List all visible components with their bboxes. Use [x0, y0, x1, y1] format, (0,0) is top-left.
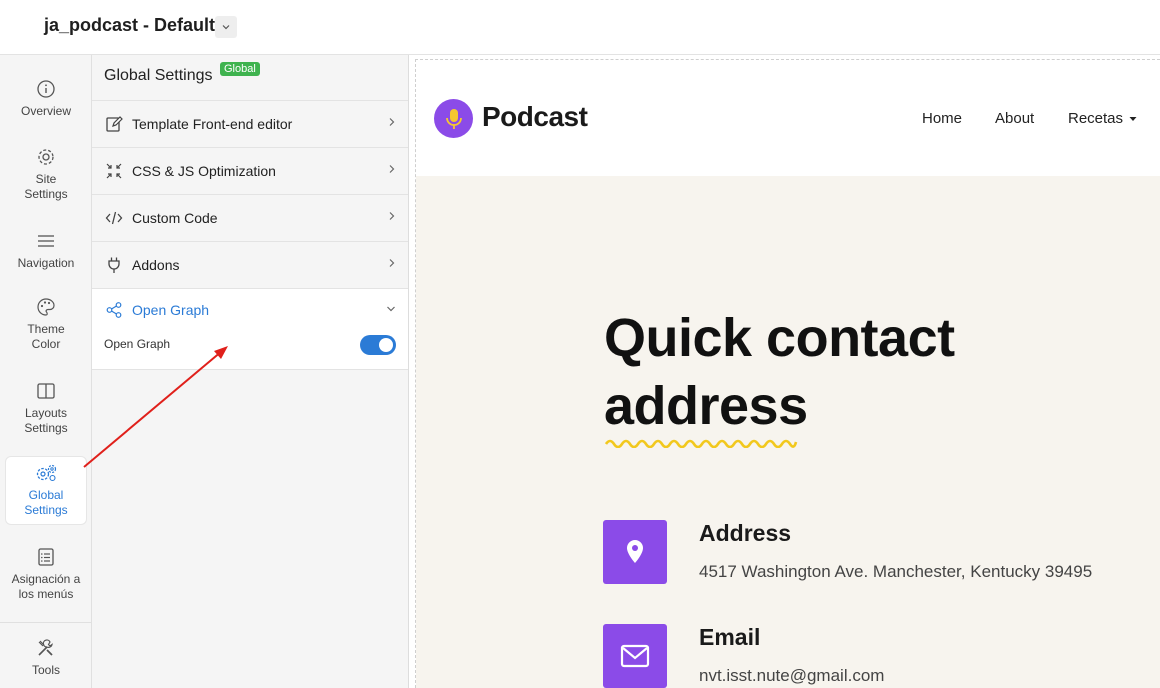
email-icon-box	[603, 624, 667, 688]
gear-icon	[38, 149, 54, 165]
hero-line-2: address	[604, 376, 808, 436]
gears-icon	[36, 464, 57, 482]
site-preview: Podcast Home About Recetas Quick contact…	[409, 55, 1160, 688]
rail-item-navigation[interactable]: Navigation	[0, 231, 92, 271]
rail-item-label: Global Settings	[24, 488, 68, 517]
rail-item-label: Site Settings	[24, 172, 68, 201]
rail-item-global-settings[interactable]: Global Settings	[5, 456, 87, 525]
menu-icon	[38, 235, 54, 247]
menu-item-label: Custom Code	[132, 210, 218, 226]
global-badge: Global	[220, 62, 260, 76]
rail-item-label: Layouts Settings	[24, 406, 68, 435]
tools-icon	[38, 639, 53, 656]
menu-item-css-js-optimization[interactable]: CSS & JS Optimization	[92, 147, 408, 194]
rail-divider	[0, 622, 92, 623]
panel-title: Global Settings	[104, 67, 213, 84]
share-icon	[106, 302, 122, 318]
open-graph-title: Open Graph	[132, 302, 210, 318]
menu-item-label: Addons	[132, 257, 180, 273]
address-text: 4517 Washington Ave. Manchester, Kentuck…	[699, 562, 1093, 581]
menu-item-label: Template Front-end editor	[132, 116, 293, 132]
map-pin-icon	[627, 540, 643, 563]
chevron-right-icon	[389, 165, 395, 173]
address-icon-box	[603, 520, 667, 584]
site-logo-text[interactable]: Podcast	[482, 101, 588, 133]
nav-link-label: Recetas	[1068, 110, 1124, 127]
template-title: ja_podcast - Default	[44, 15, 216, 35]
rail-item-label: Navigation	[17, 256, 75, 270]
rail-item-theme-color[interactable]: Theme Color	[0, 297, 92, 352]
chevron-right-icon	[389, 212, 395, 220]
rail-item-site-settings[interactable]: Site Settings	[0, 147, 92, 202]
address-title: Address	[699, 520, 792, 546]
nav-link-home[interactable]: Home	[922, 110, 962, 127]
rail-item-label: Overview	[20, 104, 71, 118]
open-graph-section: Open Graph Open Graph	[92, 288, 408, 370]
squiggle-underline-decoration	[604, 439, 798, 448]
global-settings-panel: Global Settings Global Template Front-en…	[92, 55, 409, 688]
nav-link-about[interactable]: About	[995, 110, 1034, 127]
email-text[interactable]: nvt.isst.nute@gmail.com	[699, 666, 884, 686]
menu-item-addons[interactable]: Addons	[92, 241, 408, 288]
toggle-knob	[379, 338, 393, 352]
chevron-right-icon	[389, 259, 395, 267]
menu-item-custom-code[interactable]: Custom Code	[92, 194, 408, 241]
left-rail: Overview Site Settings Navigation Theme …	[0, 55, 92, 688]
open-graph-toggle-label: Open Graph	[104, 337, 171, 351]
chevron-right-icon	[389, 118, 395, 126]
envelope-icon	[620, 644, 650, 668]
info-icon	[37, 80, 55, 98]
rail-item-label: Theme Color	[27, 322, 65, 351]
email-title: Email	[699, 624, 761, 650]
edit-icon	[106, 116, 123, 132]
menu-item-template-editor[interactable]: Template Front-end editor	[92, 100, 408, 147]
hero-heading: Quick contact address	[604, 304, 1074, 440]
rail-item-label: Asignación a los menús	[11, 572, 81, 601]
template-dropdown-button[interactable]	[215, 16, 237, 38]
rail-item-overview[interactable]: Overview	[0, 79, 92, 119]
rail-item-layouts-settings[interactable]: Layouts Settings	[0, 381, 92, 436]
rail-item-label: Tools	[31, 663, 60, 677]
palette-icon	[37, 298, 55, 316]
menu-item-label: CSS & JS Optimization	[132, 163, 276, 179]
code-icon	[105, 211, 123, 225]
site-header: Podcast Home About Recetas	[416, 60, 1160, 176]
rail-item-asignacion-menus[interactable]: Asignación a los menús	[0, 547, 92, 602]
list-icon	[38, 548, 54, 566]
open-graph-toggle[interactable]	[360, 335, 396, 355]
nav-link-recetas[interactable]: Recetas	[1068, 110, 1137, 127]
layout-icon	[37, 383, 55, 399]
hero-line-1: Quick contact	[604, 308, 955, 368]
compress-icon	[106, 163, 122, 179]
microphone-icon	[445, 108, 462, 129]
open-graph-header[interactable]: Open Graph	[104, 301, 209, 319]
caret-down-icon	[1129, 117, 1137, 122]
podcast-logo-icon[interactable]	[434, 99, 473, 138]
plug-icon	[108, 257, 120, 273]
rail-item-tools[interactable]: Tools	[0, 638, 92, 678]
contact-section: Quick contact address Address 4517 Washi…	[416, 176, 1160, 688]
chevron-down-icon	[222, 25, 230, 30]
top-bar: ja_podcast - Default	[0, 0, 1160, 55]
chevron-down-icon	[387, 306, 395, 312]
preview-frame: Podcast Home About Recetas Quick contact…	[415, 59, 1160, 688]
